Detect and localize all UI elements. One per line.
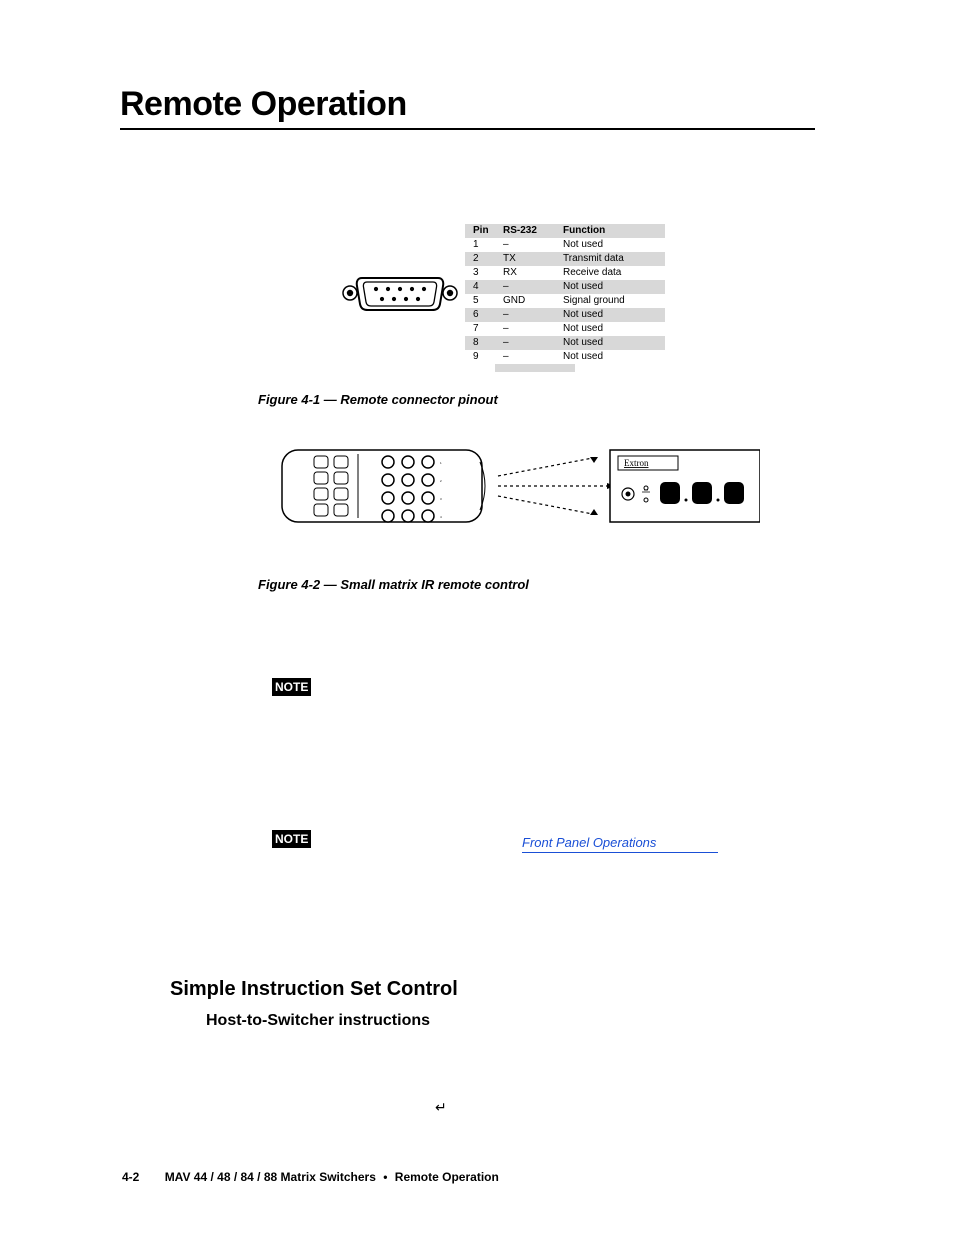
td: 4	[465, 280, 503, 294]
td: –	[503, 280, 563, 294]
td: Not used	[563, 280, 663, 294]
th-pin: Pin	[465, 224, 503, 238]
th-rs232: RS-232	[503, 224, 563, 238]
table-row: 7 – Not used	[465, 322, 665, 336]
note-badge-2: NOTE	[272, 830, 311, 848]
td: –	[503, 308, 563, 322]
page: Remote Operation Pin RS-232 Function 1	[0, 0, 954, 1235]
ir-remote-diagram: Extron 1234 Extron	[280, 442, 760, 532]
note-badge-1: NOTE	[272, 678, 311, 696]
footer-doc: MAV 44 / 48 / 84 / 88 Matrix Switchers	[165, 1170, 376, 1184]
table-stub	[495, 364, 575, 372]
td: 2	[465, 252, 503, 266]
front-panel-ops-link[interactable]: Front Panel Operations	[522, 835, 656, 852]
td: 6	[465, 308, 503, 322]
footer-bullet: •	[383, 1170, 387, 1184]
td: TX	[503, 252, 563, 266]
td: Not used	[563, 350, 663, 364]
td: Not used	[563, 336, 663, 350]
td: GND	[503, 294, 563, 308]
table-row: 8 – Not used	[465, 336, 665, 350]
brand-label: Extron	[624, 458, 649, 468]
td: –	[503, 336, 563, 350]
footer-section: Remote Operation	[395, 1170, 499, 1184]
link-underline	[522, 852, 718, 853]
db9-connector-icon	[340, 272, 460, 314]
table-header: Pin RS-232 Function	[465, 224, 665, 238]
table-row: 3 RX Receive data	[465, 266, 665, 280]
td: Not used	[563, 238, 663, 252]
td: 3	[465, 266, 503, 280]
page-title: Remote Operation	[120, 85, 407, 124]
table-row: 1 – Not used	[465, 238, 665, 252]
td: 5	[465, 294, 503, 308]
table-row: 5 GND Signal ground	[465, 294, 665, 308]
td: –	[503, 350, 563, 364]
td: 1	[465, 238, 503, 252]
td: –	[503, 238, 563, 252]
table-row: 4 – Not used	[465, 280, 665, 294]
td: 8	[465, 336, 503, 350]
td: Transmit data	[563, 252, 663, 266]
td: Signal ground	[563, 294, 663, 308]
td: Receive data	[563, 266, 663, 280]
td: 9	[465, 350, 503, 364]
table-row: 2 TX Transmit data	[465, 252, 665, 266]
page-footer: 4-2 MAV 44 / 48 / 84 / 88 Matrix Switche…	[122, 1170, 499, 1184]
enter-symbol-icon: ↵	[435, 1099, 447, 1116]
td: RX	[503, 266, 563, 280]
heading-sis: Simple Instruction Set Control	[170, 978, 458, 1001]
pinout-table: Pin RS-232 Function 1 – Not used 2 TX Tr…	[465, 224, 665, 372]
td: Not used	[563, 322, 663, 336]
td: –	[503, 322, 563, 336]
table-row: 6 – Not used	[465, 308, 665, 322]
th-function: Function	[563, 224, 663, 238]
title-rule	[120, 128, 815, 130]
heading-host: Host-to-Switcher instructions	[206, 1012, 430, 1030]
table-row: 9 – Not used	[465, 350, 665, 364]
td: Not used	[563, 308, 663, 322]
td: 7	[465, 322, 503, 336]
figure-caption-2: Figure 4-2 — Small matrix IR remote cont…	[258, 577, 529, 592]
figure-caption-1: Figure 4-1 — Remote connector pinout	[258, 392, 498, 407]
footer-page: 4-2	[122, 1170, 139, 1184]
